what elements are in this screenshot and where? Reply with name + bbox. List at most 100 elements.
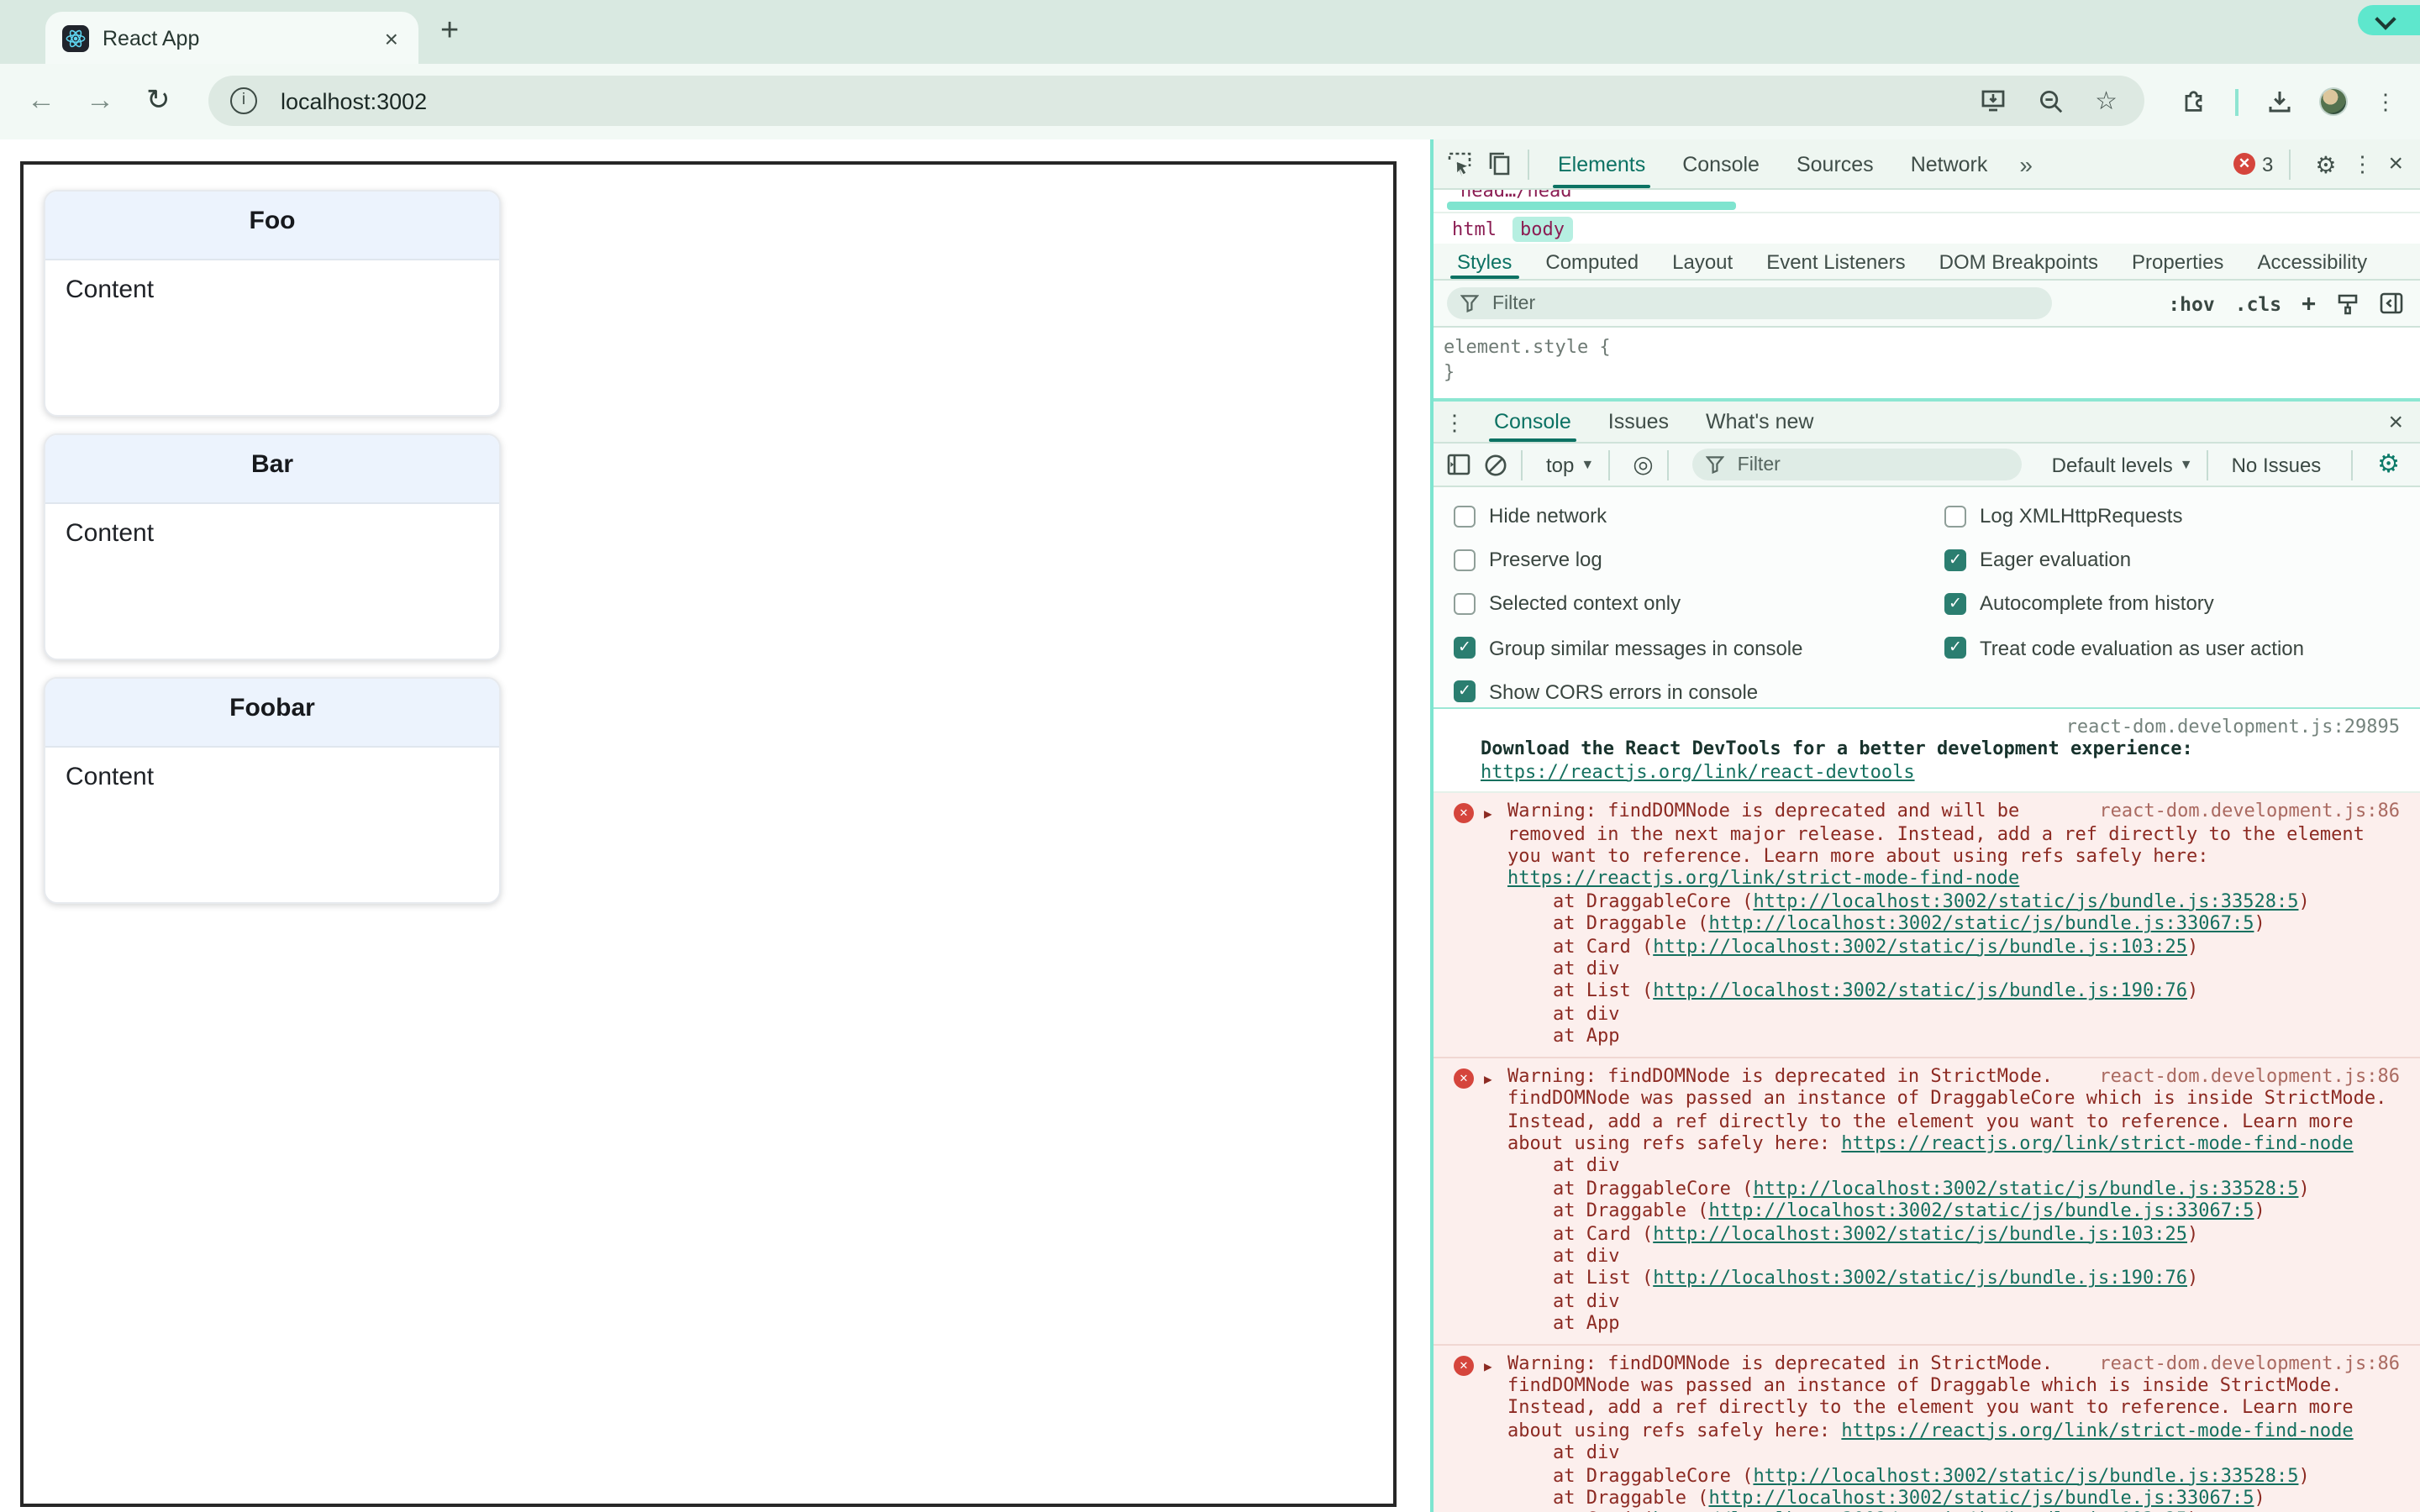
checkbox-show-cors-errors-in-console[interactable]: ✓ Show CORS errors in console (1454, 670, 1803, 714)
expand-caret-icon[interactable]: ▶ (1484, 1068, 1492, 1090)
rendering-brush-icon[interactable] (2336, 291, 2360, 315)
styles-tab-styles[interactable]: Styles (1440, 244, 1528, 279)
elements-tree[interactable]: head…/head (1434, 190, 2420, 212)
checked-checkbox-icon[interactable]: ✓ (1454, 637, 1476, 659)
bundle-source-link[interactable]: http://localhost:3002/static/js/bundle.j… (1653, 1268, 2187, 1289)
zoom-icon[interactable] (2038, 88, 2063, 113)
message-link[interactable]: https://reactjs.org/link/strict-mode-fin… (1841, 1132, 2353, 1154)
toggle-class-button[interactable]: .cls (2235, 291, 2281, 315)
devtools-tab-network[interactable]: Network (1892, 139, 2007, 188)
bundle-source-link[interactable]: http://localhost:3002/static/js/bundle.j… (1708, 1200, 2254, 1221)
checkbox-treat-code-evaluation-as-user-action[interactable]: ✓ Treat code evaluation as user action (1944, 626, 2304, 669)
styles-filter-input[interactable] (1489, 291, 2039, 315)
install-app-icon[interactable] (1979, 89, 2006, 113)
unchecked-checkbox-icon[interactable] (1454, 505, 1476, 528)
url-bar[interactable]: i ☆ (208, 76, 2144, 126)
forward-button[interactable]: → (86, 82, 114, 119)
checked-checkbox-icon[interactable]: ✓ (1944, 592, 1966, 615)
drawer-tab-issues[interactable]: Issues (1590, 402, 1687, 442)
bundle-source-link[interactable]: http://localhost:3002/static/js/bundle.j… (1708, 913, 2254, 935)
context-selector[interactable]: top ▼ (1546, 453, 1594, 476)
more-tabs-icon[interactable]: » (2006, 150, 2046, 177)
drawer-tab-what-s-new[interactable]: What's new (1687, 402, 1832, 442)
checkbox-autocomplete-from-history[interactable]: ✓ Autocomplete from history (1944, 582, 2304, 626)
bundle-source-link[interactable]: http://localhost:3002/static/js/bundle.j… (1753, 1177, 2298, 1199)
styles-pane[interactable]: element.style { } (1434, 328, 2420, 398)
bundle-source-link[interactable]: http://localhost:3002/static/js/bundle.j… (1708, 1487, 2254, 1509)
clear-console-icon[interactable] (1484, 453, 1507, 476)
checkbox-group-similar-messages-in-console[interactable]: ✓ Group similar messages in console (1454, 626, 1803, 669)
url-input[interactable] (277, 87, 1980, 115)
styles-tab-properties[interactable]: Properties (2115, 244, 2240, 279)
window-chevron-button[interactable] (2358, 5, 2420, 35)
expand-caret-icon[interactable]: ▶ (1484, 803, 1492, 826)
checkbox-eager-evaluation[interactable]: ✓ Eager evaluation (1944, 538, 2304, 581)
checkbox-log-xmlhttprequests[interactable]: Log XMLHttpRequests (1944, 494, 2304, 538)
console-filter-input[interactable] (1733, 453, 2008, 476)
new-style-rule-button[interactable]: + (2302, 290, 2316, 317)
message-source-link[interactable]: react-dom.development.js:86 (2099, 1352, 2400, 1374)
bundle-source-link[interactable]: http://localhost:3002/static/js/bundle.j… (1653, 980, 2187, 1002)
sidebar-toggle-icon[interactable] (2380, 292, 2403, 314)
live-expression-eye-icon[interactable]: ◎ (1633, 450, 1653, 479)
profile-avatar[interactable] (2321, 89, 2346, 114)
message-source-link[interactable]: react-dom.development.js:86 (2099, 1064, 2400, 1087)
unchecked-checkbox-icon[interactable] (1944, 505, 1966, 528)
devtools-tab-sources[interactable]: Sources (1778, 139, 1892, 188)
issues-counter[interactable]: No Issues (2232, 453, 2322, 476)
devtools-tab-console[interactable]: Console (1664, 139, 1778, 188)
card-foobar[interactable]: Foobar Content (44, 677, 501, 904)
styles-tab-accessibility[interactable]: Accessibility (2240, 244, 2384, 279)
new-tab-button[interactable]: + (440, 10, 459, 54)
console-sidebar-icon[interactable] (1447, 454, 1470, 475)
styles-tab-computed[interactable]: Computed (1528, 244, 1655, 279)
bundle-source-link[interactable]: http://localhost:3002/static/js/bundle.j… (1753, 1464, 2298, 1486)
console-filter[interactable] (1691, 449, 2022, 480)
back-button[interactable]: ← (27, 82, 55, 119)
checkbox-preserve-log[interactable]: Preserve log (1454, 538, 1803, 581)
styles-tab-event-listeners[interactable]: Event Listeners (1749, 244, 1922, 279)
bundle-source-link[interactable]: http://localhost:3002/static/js/bundle.j… (1653, 1222, 2187, 1244)
drawer-close-icon[interactable]: × (2388, 409, 2403, 434)
tab-close-icon[interactable]: × (381, 24, 402, 51)
device-toolbar-icon[interactable] (1487, 151, 1512, 176)
checked-checkbox-icon[interactable]: ✓ (1944, 637, 1966, 659)
browser-menu-kebab-icon[interactable]: ⋮ (2375, 91, 2396, 113)
extensions-puzzle-icon[interactable] (2181, 89, 2207, 114)
devtools-tab-elements[interactable]: Elements (1539, 139, 1664, 188)
devtools-close-icon[interactable]: × (2388, 151, 2403, 176)
bookmark-star-icon[interactable]: ☆ (2095, 88, 2118, 113)
drawer-kebab-icon[interactable]: ⋮ (1444, 411, 1465, 433)
console-settings-gear-icon[interactable]: ⚙ (2377, 452, 2400, 477)
card-bar[interactable]: Bar Content (44, 433, 501, 660)
unchecked-checkbox-icon[interactable] (1454, 549, 1476, 571)
log-levels-selector[interactable]: Default levels ▼ (2052, 453, 2193, 476)
message-source-link[interactable]: react-dom.development.js:29895 (2066, 716, 2400, 738)
bundle-source-link[interactable]: http://localhost:3002/static/js/bundle.j… (1753, 890, 2298, 912)
message-link[interactable]: https://reactjs.org/link/react-devtools (1481, 761, 1915, 783)
toggle-hover-state-button[interactable]: :hov (2168, 291, 2214, 315)
site-info-icon[interactable]: i (230, 87, 257, 114)
message-link[interactable]: https://reactjs.org/link/strict-mode-fin… (1841, 1420, 2353, 1441)
expand-caret-icon[interactable]: ▶ (1484, 1355, 1492, 1378)
drawer-tab-console[interactable]: Console (1476, 402, 1590, 442)
reload-button[interactable]: ↻ (146, 82, 171, 119)
styles-tab-layout[interactable]: Layout (1655, 244, 1749, 279)
inspect-element-icon[interactable] (1447, 151, 1472, 176)
browser-tab[interactable]: React App × (45, 12, 418, 64)
breadcrumb-body[interactable]: body (1512, 216, 1573, 241)
bundle-source-link[interactable]: http://localhost:3002/static/js/bundle.j… (1653, 935, 2187, 957)
styles-filter[interactable] (1447, 287, 2052, 319)
checkbox-hide-network[interactable]: Hide network (1454, 494, 1803, 538)
breadcrumb-html[interactable]: html (1444, 216, 1505, 241)
message-link[interactable]: https://reactjs.org/link/strict-mode-fin… (1507, 868, 2019, 890)
checked-checkbox-icon[interactable]: ✓ (1944, 549, 1966, 571)
downloads-icon[interactable] (2267, 89, 2292, 114)
styles-tab-dom-breakpoints[interactable]: DOM Breakpoints (1923, 244, 2115, 279)
checked-checkbox-icon[interactable]: ✓ (1454, 680, 1476, 703)
devtools-menu-kebab-icon[interactable]: ⋮ (2351, 153, 2373, 175)
error-count-badge[interactable]: ✕ 3 (2233, 152, 2273, 176)
checkbox-selected-context-only[interactable]: Selected context only (1454, 582, 1803, 626)
card-foo[interactable]: Foo Content (44, 190, 501, 417)
devtools-settings-gear-icon[interactable]: ⚙ (2315, 152, 2336, 176)
